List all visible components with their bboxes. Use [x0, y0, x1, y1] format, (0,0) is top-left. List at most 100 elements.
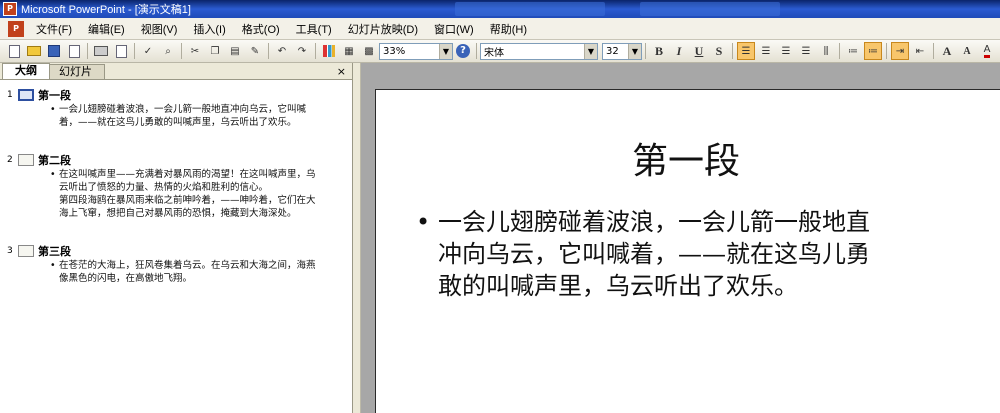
shadow-button[interactable]: S: [710, 42, 728, 60]
slide-body-text[interactable]: 一会儿翅膀碰着波浪，一会儿箭一般地直 冲向乌云，它叫喊着，——就在这鸟儿勇 敢的…: [416, 206, 956, 302]
print-button[interactable]: [92, 42, 110, 60]
bold-button[interactable]: B: [650, 42, 668, 60]
open-button[interactable]: [25, 42, 43, 60]
menu-help[interactable]: 帮助(H): [482, 21, 535, 37]
numbering-button[interactable]: ≔: [844, 42, 862, 60]
format-painter-icon: ✎: [250, 45, 260, 57]
justify-button[interactable]: ☰: [797, 42, 815, 60]
undo-icon: ↶: [277, 45, 287, 57]
grow-font-button[interactable]: A: [938, 42, 956, 60]
text-direction-button[interactable]: ⫼: [817, 42, 835, 60]
slide-icon[interactable]: [18, 245, 34, 257]
font-color-icon: A: [983, 44, 991, 58]
menu-file[interactable]: 文件(F): [28, 21, 80, 37]
powerpoint-app-icon[interactable]: P: [3, 2, 17, 16]
slide-canvas[interactable]: 第一段 一会儿翅膀碰着波浪，一会儿箭一般地直 冲向乌云，它叫喊着，——就在这鸟儿…: [375, 89, 1000, 413]
slide-icon[interactable]: [18, 154, 34, 166]
menu-window[interactable]: 窗口(W): [426, 21, 482, 37]
slide-number: 3: [7, 246, 13, 256]
align-right-button[interactable]: ☰: [777, 42, 795, 60]
help-button[interactable]: ?: [454, 42, 472, 60]
outline-slide-body[interactable]: 在苍茫的大海上，狂风卷集着乌云。在乌云和大海之间，海燕 像黑色的闪电，在高傲地飞…: [50, 259, 348, 285]
spelling-icon: ✓: [143, 45, 153, 57]
document-icon[interactable]: P: [8, 20, 24, 37]
outline-pane: 大纲 幻灯片 × 1 第一段 一会儿翅膀碰着波浪，一会儿箭一般地直冲向乌云，它叫…: [0, 63, 353, 413]
align-left-button[interactable]: ☰: [737, 42, 755, 60]
insert-chart-button[interactable]: [320, 42, 338, 60]
redo-button[interactable]: ↷: [293, 42, 311, 60]
undo-button[interactable]: ↶: [273, 42, 291, 60]
cut-button[interactable]: ✂: [186, 42, 204, 60]
new-document-icon: [8, 44, 20, 58]
outline-slide-1[interactable]: 1 第一段 一会儿翅膀碰着波浪，一会儿箭一般地直冲向乌云，它叫喊 着，——就在这…: [4, 88, 348, 129]
slide-icon[interactable]: [18, 89, 34, 101]
bullets-button[interactable]: ≔: [864, 42, 882, 60]
slide-number: 2: [7, 155, 13, 165]
outline-text-line: 在这叫喊声里——充满着对暴风雨的渴望！在这叫喊声里，乌: [59, 169, 316, 180]
increase-indent-icon: ⇥: [895, 45, 905, 57]
menu-format[interactable]: 格式(O): [234, 21, 288, 37]
permission-button[interactable]: [65, 42, 83, 60]
window-title: Microsoft PowerPoint - [演示文稿1]: [21, 4, 191, 16]
show-grid-button[interactable]: ▩: [360, 42, 378, 60]
outline-text-line: 第四段海鸥在暴风雨来临之前呻吟着，——呻吟着，它们在大: [59, 195, 316, 206]
font-color-button[interactable]: A: [978, 42, 996, 60]
font-name-value: 宋体: [484, 47, 504, 59]
research-icon: ⌕: [165, 45, 171, 57]
outline-slide-title[interactable]: 第三段: [38, 244, 348, 259]
shrink-font-button[interactable]: A: [958, 42, 976, 60]
align-center-icon: ☰: [761, 45, 771, 57]
menu-view[interactable]: 视图(V): [133, 21, 186, 37]
italic-button[interactable]: I: [670, 42, 688, 60]
outline-slide-title[interactable]: 第二段: [38, 153, 348, 168]
zoom-select[interactable]: 33% ▼: [379, 42, 453, 60]
save-button[interactable]: [45, 42, 63, 60]
outline-slide-2[interactable]: 2 第二段 在这叫喊声里——充满着对暴风雨的渴望！在这叫喊声里，乌 云听出了愤怒…: [4, 153, 348, 220]
underline-button[interactable]: U: [690, 42, 708, 60]
font-name-select[interactable]: 宋体 ▼: [480, 42, 598, 60]
align-left-icon: ☰: [741, 45, 751, 57]
menu-tools[interactable]: 工具(T): [288, 21, 340, 37]
pane-splitter[interactable]: [353, 63, 361, 413]
new-document-button[interactable]: [5, 42, 23, 60]
outline-slide-body[interactable]: 一会儿翅膀碰着波浪，一会儿箭一般地直冲向乌云，它叫喊 着，——就在这鸟儿勇敢的叫…: [50, 103, 348, 129]
menu-insert[interactable]: 插入(I): [185, 21, 233, 37]
slide-title[interactable]: 第一段: [376, 132, 996, 184]
align-center-button[interactable]: ☰: [757, 42, 775, 60]
toolbar-separator: [134, 43, 135, 59]
paste-button[interactable]: ▤: [226, 42, 244, 60]
close-icon[interactable]: ×: [337, 65, 346, 78]
toolbar-separator: [87, 43, 88, 59]
toolbar-separator: [839, 43, 840, 59]
outline-slide-body[interactable]: 在这叫喊声里——充满着对暴风雨的渴望！在这叫喊声里，乌 云听出了愤怒的力量、热情…: [50, 168, 348, 220]
insert-table-button[interactable]: ▦: [340, 42, 358, 60]
menu-slideshow[interactable]: 幻灯片放映(D): [340, 21, 426, 37]
paste-icon: ▤: [230, 45, 240, 57]
tab-slides[interactable]: 幻灯片: [46, 64, 105, 79]
outline-slide-title[interactable]: 第一段: [38, 88, 348, 103]
font-size-select[interactable]: 32 ▼: [602, 42, 642, 60]
grid-icon: ▩: [364, 45, 374, 57]
zoom-value: 33%: [383, 45, 406, 57]
toolbar-separator: [886, 43, 887, 59]
menu-bar: P 文件(F) 编辑(E) 视图(V) 插入(I) 格式(O) 工具(T) 幻灯…: [0, 18, 1000, 40]
chevron-down-icon: ▼: [439, 43, 452, 59]
toolbar-separator: [645, 43, 646, 59]
decrease-indent-button[interactable]: ⇤: [911, 42, 929, 60]
menu-edit[interactable]: 编辑(E): [80, 21, 133, 37]
toolbar: ✓ ⌕ ✂ ❐ ▤ ✎ ↶ ↷ ▦ ▩ 33% ▼ ? 宋体 ▼ 32 ▼ B …: [0, 40, 1000, 63]
format-painter-button[interactable]: ✎: [246, 42, 264, 60]
copy-button[interactable]: ❐: [206, 42, 224, 60]
research-button[interactable]: ⌕: [159, 42, 177, 60]
spelling-button[interactable]: ✓: [139, 42, 157, 60]
increase-indent-button[interactable]: ⇥: [891, 42, 909, 60]
copy-icon: ❐: [210, 45, 220, 57]
outline-list[interactable]: 1 第一段 一会儿翅膀碰着波浪，一会儿箭一般地直冲向乌云，它叫喊 着，——就在这…: [0, 80, 352, 413]
save-icon: [48, 45, 60, 57]
print-preview-button[interactable]: [112, 42, 130, 60]
tab-outline[interactable]: 大纲: [2, 63, 50, 79]
outline-slide-3[interactable]: 3 第三段 在苍茫的大海上，狂风卷集着乌云。在乌云和大海之间，海燕 像黑色的闪电…: [4, 244, 348, 285]
pane-tabs: 大纲 幻灯片 ×: [0, 63, 352, 80]
toolbar-separator: [732, 43, 733, 59]
print-icon: [94, 46, 108, 56]
